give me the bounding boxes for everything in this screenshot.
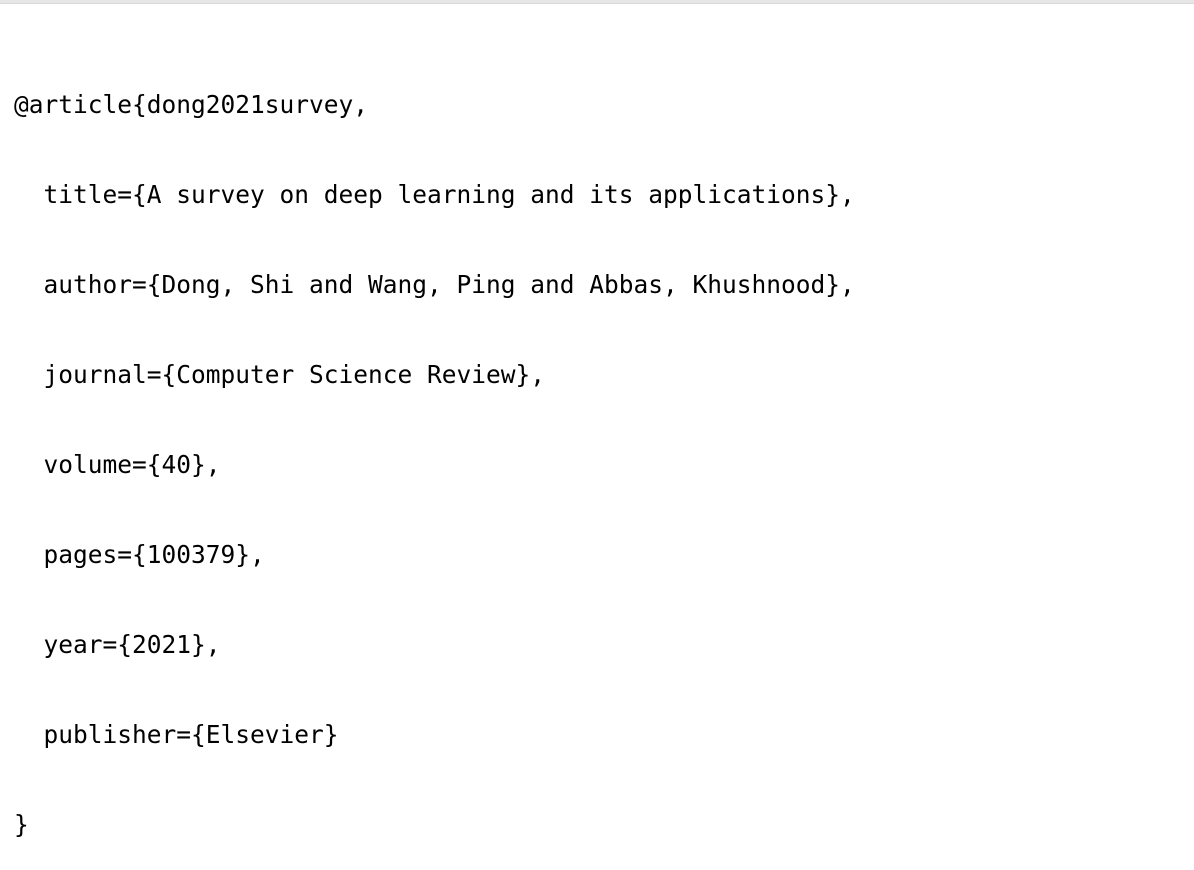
top-divider — [0, 0, 1194, 4]
bibtex-field-title: title={A survey on deep learning and its… — [14, 180, 855, 209]
bibtex-entry: @article{dong2021survey, title={A survey… — [14, 30, 855, 870]
bibtex-field-year: year={2021}, — [14, 630, 221, 659]
bibtex-field-author: author={Dong, Shi and Wang, Ping and Abb… — [14, 270, 855, 299]
bibtex-field-volume: volume={40}, — [14, 450, 221, 479]
bibtex-entry-close: } — [14, 810, 29, 839]
bibtex-field-publisher: publisher={Elsevier} — [14, 720, 339, 749]
bibtex-field-journal: journal={Computer Science Review}, — [14, 360, 546, 389]
bibtex-field-pages: pages={100379}, — [14, 540, 265, 569]
bibtex-entry-header: @article{dong2021survey, — [14, 90, 369, 119]
